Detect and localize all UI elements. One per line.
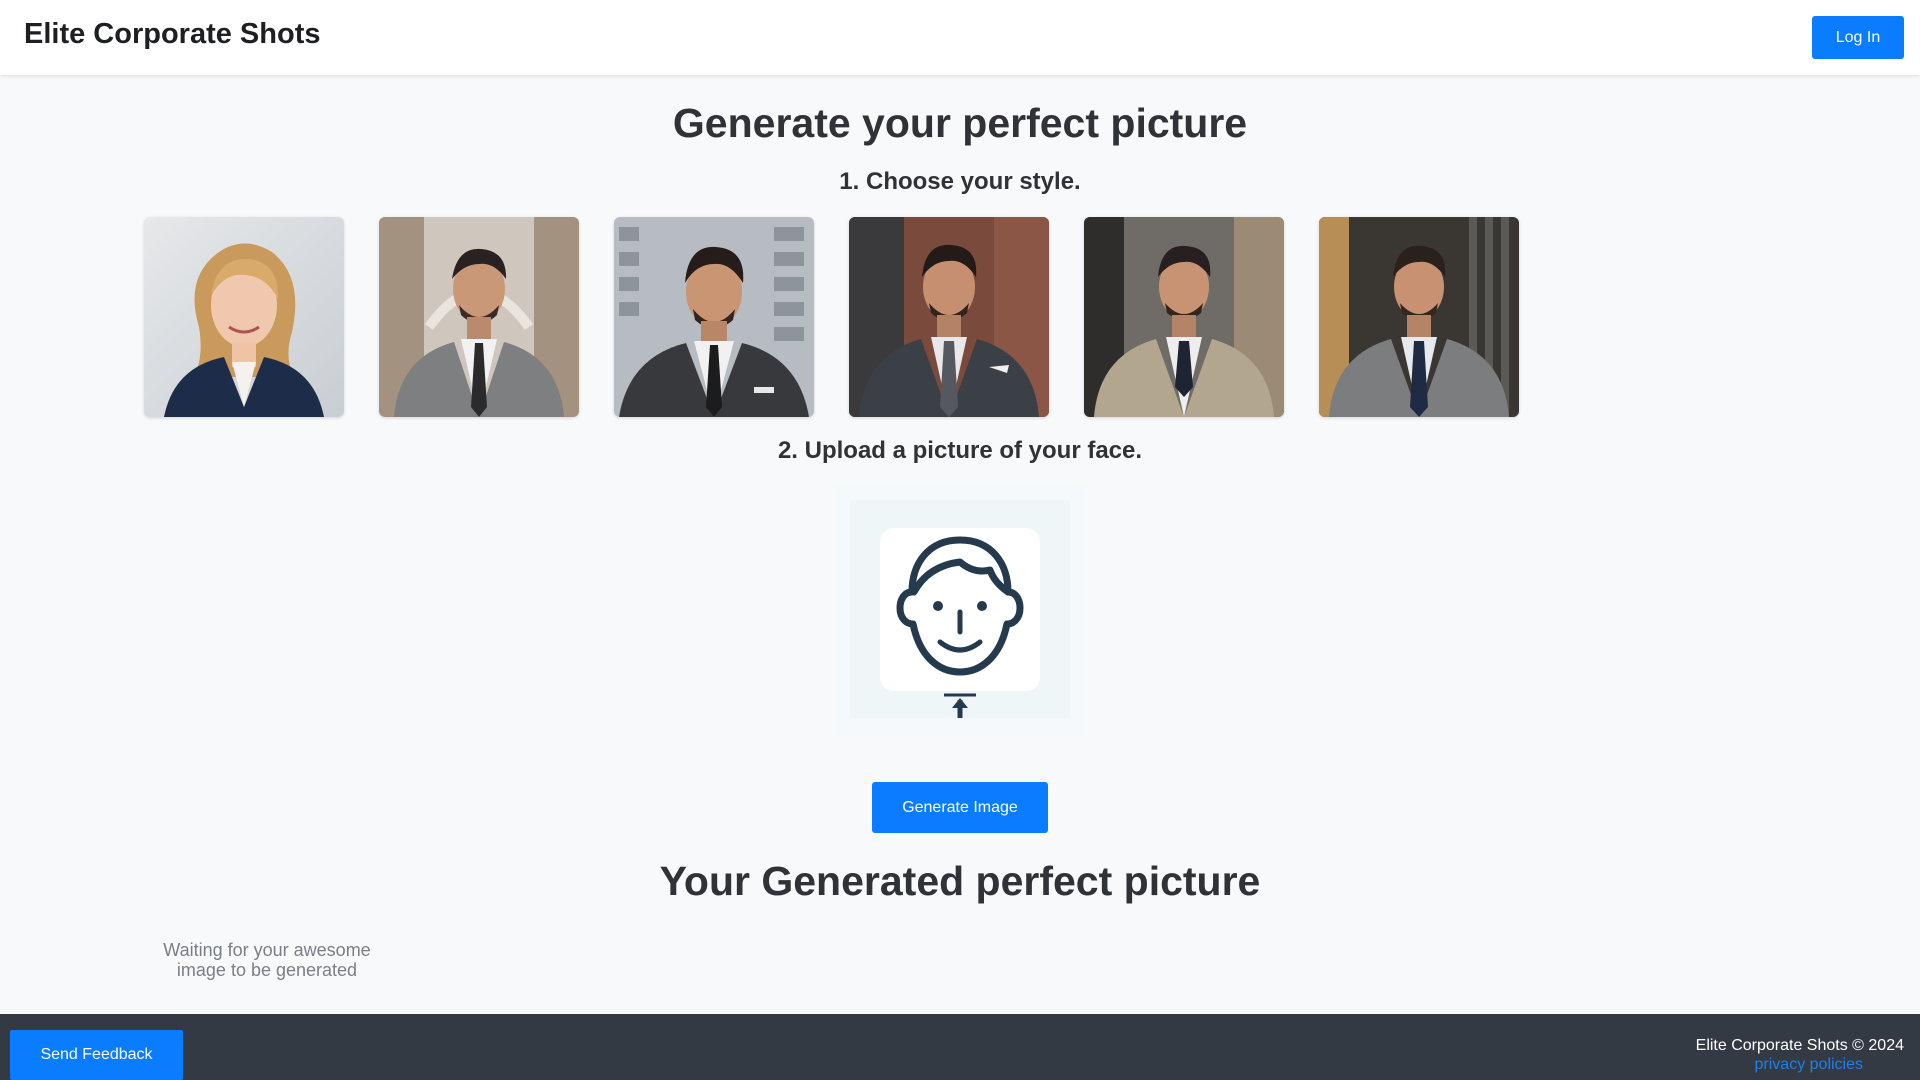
style-photo-man-charcoal-suit (614, 217, 814, 417)
style-photo-man-beige-suit (1084, 217, 1284, 417)
style-gallery (144, 217, 1524, 417)
style-photo-man-grey-suit-wood (1319, 217, 1519, 417)
face-upload-dropzone[interactable] (835, 483, 1085, 735)
page-title: Generate your perfect picture (672, 100, 1248, 146)
style-photo-man-dark-suit (849, 217, 1049, 417)
style-option-1[interactable] (144, 217, 344, 417)
style-option-2[interactable] (379, 217, 579, 417)
top-navbar: Elite Corporate Shots Log In (0, 0, 1920, 75)
waiting-status-text: Waiting for your awesome image to be gen… (163, 940, 371, 980)
style-option-6[interactable] (1319, 217, 1519, 417)
copyright-text: Elite Corporate Shots © 2024 (1695, 1037, 1904, 1054)
generate-image-button[interactable]: Generate Image (872, 782, 1048, 833)
style-photo-woman (144, 217, 344, 417)
footer: Send Feedback Elite Corporate Shots © 20… (0, 1014, 1920, 1080)
face-upload-icon (880, 528, 1040, 718)
upload-area (850, 500, 1070, 718)
style-option-4[interactable] (849, 217, 1049, 417)
login-button[interactable]: Log In (1812, 16, 1904, 59)
privacy-policies-link[interactable]: privacy policies (1755, 1056, 1863, 1074)
style-option-3[interactable] (614, 217, 814, 417)
send-feedback-button[interactable]: Send Feedback (10, 1030, 183, 1080)
step-choose-style-heading: 1. Choose your style. (839, 168, 1081, 195)
style-option-5[interactable] (1084, 217, 1284, 417)
step-upload-heading: 2. Upload a picture of your face. (777, 437, 1143, 464)
result-title: Your Generated perfect picture (659, 858, 1261, 904)
style-photo-man-grey-suit (379, 217, 579, 417)
brand-title[interactable]: Elite Corporate Shots (24, 18, 321, 51)
